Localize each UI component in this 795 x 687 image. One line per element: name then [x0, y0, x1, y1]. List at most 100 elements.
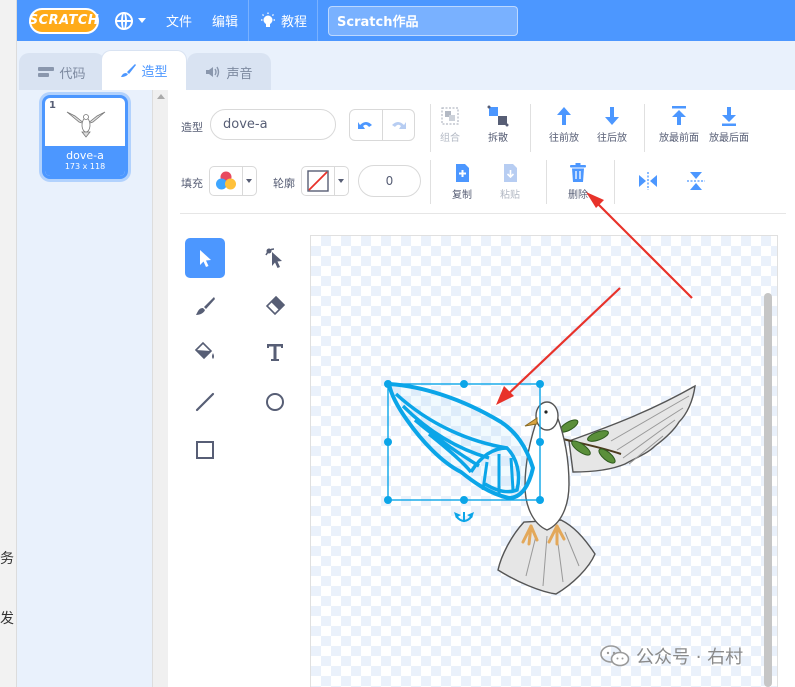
tab-label: 造型 — [141, 65, 168, 80]
group-label: 组合 — [440, 133, 460, 144]
chevron-down-icon — [246, 179, 253, 183]
group-button[interactable]: 组合 — [426, 105, 474, 144]
globe-icon — [115, 11, 133, 30]
drawing-canvas[interactable] — [310, 235, 778, 687]
language-menu[interactable] — [105, 0, 156, 41]
costume-thumbnail — [66, 111, 106, 138]
project-title-input[interactable]: Scratch作品 — [328, 5, 519, 36]
brush-tool[interactable] — [185, 286, 225, 326]
costume-number: 1 — [49, 100, 56, 111]
outline-color-picker[interactable] — [301, 166, 349, 196]
fill-dropdown[interactable] — [243, 167, 256, 195]
select-tool[interactable] — [185, 238, 225, 278]
background-glyph: 发 — [0, 611, 14, 627]
paste-button[interactable]: 粘贴 — [486, 162, 534, 201]
costume-info: dove-a 173 x 118 — [45, 146, 125, 176]
tab-label: 声音 — [226, 66, 253, 82]
forward-label: 往前放 — [549, 133, 579, 144]
circle-icon — [266, 393, 284, 411]
ungroup-label: 拆散 — [488, 133, 508, 144]
watermark: 公众号 · 右村 — [600, 641, 743, 671]
dove-costume — [384, 380, 696, 595]
circle-tool[interactable] — [255, 382, 295, 422]
outline-dropdown[interactable] — [335, 167, 348, 195]
redo-icon — [392, 122, 407, 129]
fill-tool[interactable] — [185, 332, 225, 372]
costume-size-label: 173 x 118 — [64, 162, 106, 171]
chevron-down-icon — [338, 179, 345, 183]
ungroup-button[interactable]: 拆散 — [474, 105, 522, 144]
undo-redo-group — [349, 109, 415, 141]
watermark-text: 公众号 · 右村 — [636, 647, 744, 668]
arrow-bottom-icon — [722, 107, 736, 126]
canvas-scrollbar[interactable] — [764, 293, 772, 687]
undo-icon — [357, 122, 372, 129]
tab-label: 代码 — [59, 66, 86, 82]
copy-button[interactable]: 复制 — [438, 162, 486, 201]
text-tool[interactable] — [255, 332, 295, 372]
tutorials-menu[interactable]: 教程 — [249, 0, 317, 41]
text-icon — [267, 344, 283, 361]
arrow-up-icon — [557, 107, 571, 125]
ungroup-icon — [487, 105, 509, 127]
edit-menu[interactable]: 编辑 — [202, 0, 248, 41]
chevron-down-icon — [138, 18, 146, 23]
fill-swatch — [210, 167, 243, 195]
paste-icon — [504, 164, 517, 182]
flip-horizontal-icon — [639, 172, 657, 190]
rectangle-tool[interactable] — [185, 430, 225, 470]
costume-list: 1 dove-a 173 x 118 — [17, 90, 152, 687]
speaker-icon — [206, 66, 220, 78]
menu-divider — [317, 0, 319, 41]
toolbar-divider — [644, 104, 645, 152]
background-window-strip: 务 发 — [0, 0, 17, 687]
tab-costumes[interactable]: 造型 — [101, 50, 187, 90]
undo-button[interactable] — [350, 110, 382, 140]
color-mix-icon — [215, 171, 236, 190]
backward-button[interactable]: 往后放 — [588, 105, 636, 144]
fill-label: 填充 — [181, 177, 203, 190]
tab-code[interactable]: 代码 — [19, 53, 105, 90]
flip-horizontal-button[interactable] — [624, 170, 672, 194]
file-menu[interactable]: 文件 — [156, 0, 202, 41]
no-color-icon — [307, 170, 329, 192]
costume-name-input[interactable]: dove-a — [210, 109, 336, 140]
front-button[interactable]: 放最前面 — [654, 105, 704, 144]
reshape-cursor-icon — [265, 248, 282, 268]
group-icon — [441, 107, 459, 125]
costume-name-label: 造型 — [181, 121, 203, 134]
costume-tile[interactable]: 1 dove-a 173 x 118 — [42, 95, 128, 179]
code-icon — [38, 67, 55, 77]
forward-button[interactable]: 往前放 — [540, 105, 588, 144]
toolbar-divider — [430, 160, 431, 204]
back-button[interactable]: 放最后面 — [704, 105, 754, 144]
outline-swatch — [302, 167, 335, 195]
costume-list-scrollbar[interactable] — [152, 90, 168, 687]
fill-color-picker[interactable] — [209, 166, 257, 196]
lightbulb-icon — [261, 12, 276, 27]
outline-width-input[interactable]: 0 — [358, 165, 421, 197]
paint-editor: 造型 dove-a 组合 拆散 往前放 往后放 放最前面 放最后面 填充 轮廓 … — [168, 90, 795, 687]
back-label: 放最后面 — [709, 133, 749, 144]
front-label: 放最前面 — [659, 133, 699, 144]
toolbar-divider — [614, 160, 615, 204]
scratch-logo[interactable]: SCRATCH — [29, 7, 99, 34]
paint-bucket-icon — [194, 341, 214, 360]
arrow-top-icon — [672, 106, 686, 125]
flip-vertical-button[interactable] — [672, 170, 720, 194]
line-tool[interactable] — [185, 382, 225, 422]
tutorials-label: 教程 — [281, 15, 308, 30]
eraser-icon — [265, 295, 286, 316]
arrow-cursor-icon — [200, 250, 211, 267]
arrow-down-icon — [605, 107, 619, 125]
tab-sounds[interactable]: 声音 — [187, 53, 271, 90]
reshape-tool[interactable] — [255, 238, 295, 278]
paste-label: 粘贴 — [500, 190, 520, 201]
delete-button[interactable]: 删除 — [554, 162, 602, 201]
scroll-up-icon[interactable] — [157, 94, 165, 99]
redo-button[interactable] — [381, 110, 414, 140]
copy-label: 复制 — [452, 190, 472, 201]
eraser-tool[interactable] — [255, 286, 295, 326]
brush-icon — [196, 297, 215, 315]
copy-icon — [456, 164, 469, 182]
